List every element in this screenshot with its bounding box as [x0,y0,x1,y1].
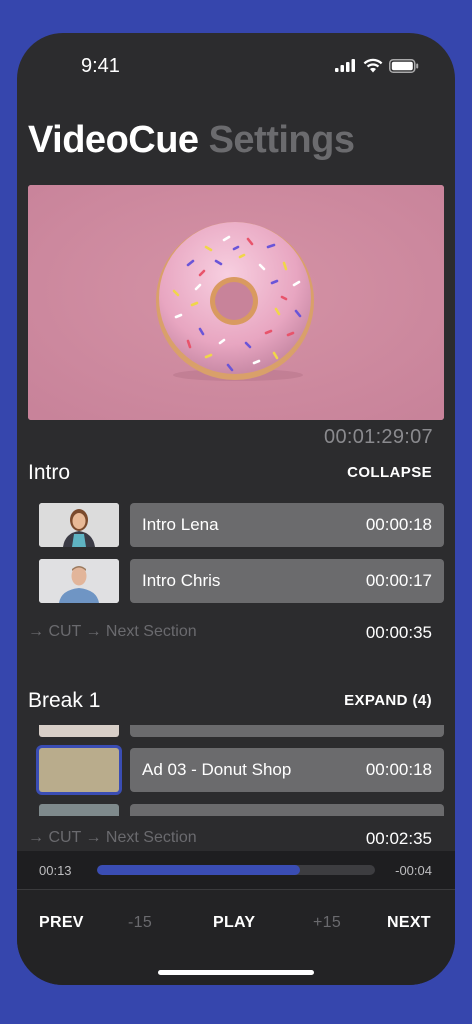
cut-duration: 00:00:35 [365,623,432,642]
thumbnail-partial [39,804,119,816]
collapse-button[interactable]: COLLAPSE [347,464,432,481]
item-label: Ad 03 - Donut Shop [142,760,292,779]
app-title: VideoCue [28,119,199,161]
cut-marker: → CUT → Next Section [28,829,197,846]
progress-track[interactable] [97,865,375,875]
wifi-icon [363,58,383,73]
forward-15-button[interactable]: +15 [313,914,341,932]
status-time: 9:41 [81,55,120,77]
status-bar: 9:41 [17,33,455,93]
item-duration: 00:00:17 [365,571,432,590]
settings-tab[interactable]: Settings [209,119,355,161]
total-duration: 00:01:29:07 [324,426,433,448]
home-indicator[interactable] [158,970,314,975]
section-title-intro: Intro [28,461,71,484]
list-item-partial [130,725,444,737]
cut-duration: 00:02:35 [365,829,432,848]
elapsed-time: 00:13 [39,863,72,878]
section-title-break-1: Break 1 [28,689,101,712]
battery-icon [389,58,419,73]
thumbnail-partial [39,725,119,737]
rewind-15-button[interactable]: -15 [128,914,152,932]
page-title: VideoCue Settings [28,119,355,162]
item-label: Intro Lena [142,515,219,534]
video-preview[interactable] [28,185,444,420]
thumbnail-donut-shop[interactable] [39,748,119,792]
list-item-partial [130,804,444,816]
thumbnail-chris[interactable] [39,559,119,603]
expand-button[interactable]: EXPAND (4) [344,692,432,709]
progress-bar: 00:13 -00:04 [17,851,455,890]
donut-image [28,185,444,420]
prev-button[interactable]: PREV [39,914,84,932]
list-item[interactable]: Intro Chris 00:00:17 [130,559,444,603]
progress-fill [97,865,300,875]
player-controls: 00:13 -00:04 PREV -15 PLAY +15 NEXT [17,851,455,985]
remaining-time: -00:04 [395,863,432,878]
cellular-signal-icon [335,59,355,72]
item-label: Intro Chris [142,571,221,590]
cut-marker: → CUT → Next Section [28,623,197,640]
play-button[interactable]: PLAY [213,914,255,932]
status-icons [335,58,419,73]
item-duration: 00:00:18 [365,515,432,534]
item-duration: 00:00:18 [365,760,432,779]
list-item[interactable]: Intro Lena 00:00:18 [130,503,444,547]
list-item-selected[interactable]: Ad 03 - Donut Shop 00:00:18 [130,748,444,792]
phone-screen: 9:41 VideoCue Settings 00:01:29:07 Intro… [17,33,455,985]
thumbnail-lena[interactable] [39,503,119,547]
next-button[interactable]: NEXT [387,914,431,932]
